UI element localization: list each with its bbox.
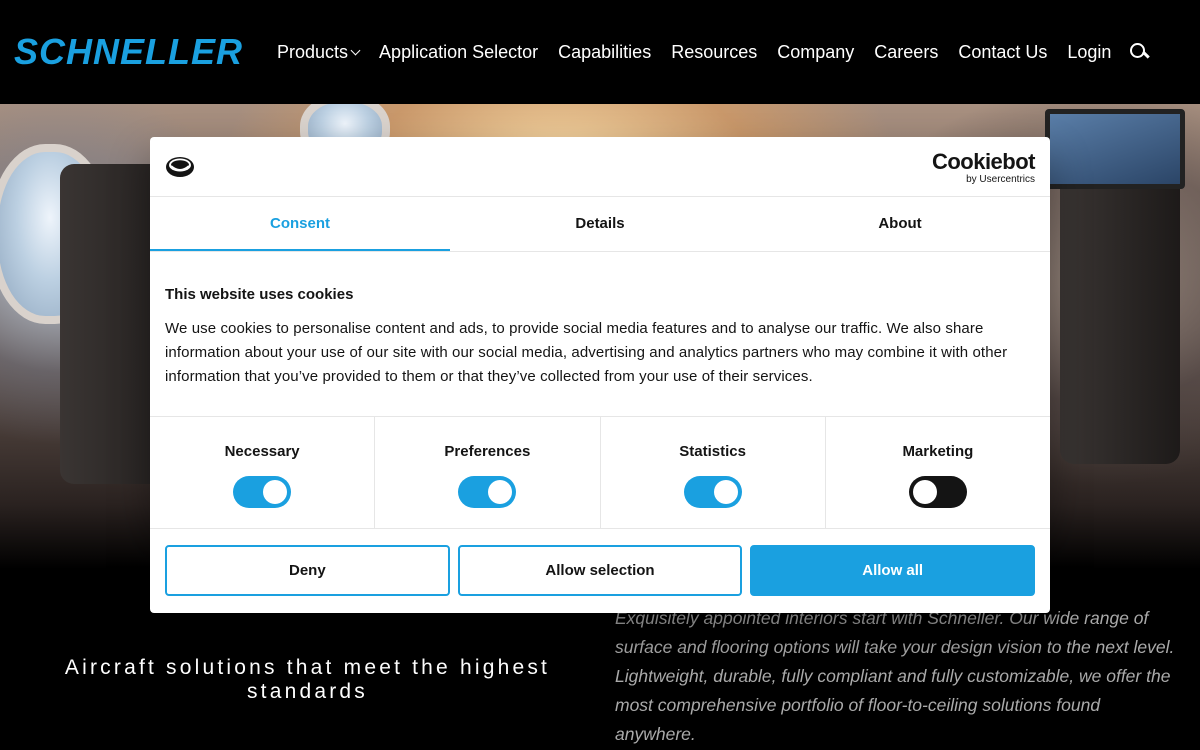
seat-screen-image [1045, 109, 1185, 189]
statistics-switch[interactable] [683, 476, 742, 508]
dialog-header: Cookiebot by Usercentrics [150, 137, 1050, 197]
dialog-buttons: Deny Allow selection Allow all [165, 545, 1036, 597]
site-header: SCHNELLER Products Application Selector … [0, 0, 1200, 104]
nav-capabilities[interactable]: Capabilities [558, 42, 651, 63]
hero-title: Aircraft solutions that meet the highest… [64, 656, 551, 703]
nav-contact-us[interactable]: Contact Us [958, 42, 1047, 63]
preferences-switch[interactable] [458, 476, 517, 508]
cookiebot-logo[interactable]: Cookiebot by Usercentrics [931, 149, 1036, 186]
toggle-necessary: Necessary [150, 417, 376, 528]
allow-all-button[interactable]: Allow all [750, 545, 1036, 596]
schneller-logo[interactable]: SCHNELLER [14, 32, 243, 72]
seat-image [1060, 164, 1180, 464]
search-icon[interactable] [1129, 42, 1149, 62]
nav-company[interactable]: Company [777, 42, 854, 63]
switch-knob [488, 480, 513, 504]
necessary-switch[interactable] [233, 476, 292, 508]
toggle-preferences: Preferences [375, 417, 601, 528]
allow-selection-button[interactable]: Allow selection [457, 545, 743, 596]
main-nav: Products Application Selector Capabiliti… [277, 38, 1149, 66]
dialog-heading: This website uses cookies [165, 286, 354, 303]
toggle-statistics: Statistics [601, 417, 826, 528]
chevron-down-icon [350, 45, 361, 55]
tab-details[interactable]: Details [450, 198, 750, 251]
deny-button[interactable]: Deny [165, 545, 450, 596]
nav-careers[interactable]: Careers [874, 42, 938, 63]
switch-knob [263, 480, 288, 504]
nav-application-selector[interactable]: Application Selector [379, 42, 538, 63]
cookiebot-name: Cookiebot [931, 149, 1036, 174]
nav-products-label: Products [277, 41, 349, 62]
consent-toggles: Necessary Preferences Statistics Marketi… [150, 416, 1050, 529]
dialog-tabs: Consent Details About [150, 198, 1050, 252]
tab-consent[interactable]: Consent [150, 198, 450, 251]
tab-about[interactable]: About [750, 198, 1050, 251]
dialog-text: We use cookies to personalise content an… [165, 320, 1008, 385]
toggle-label: Necessary [224, 443, 300, 460]
cookie-icon [166, 157, 194, 177]
switch-knob [713, 480, 738, 504]
switch-knob [912, 480, 937, 504]
nav-resources[interactable]: Resources [671, 42, 757, 63]
cookiebot-sub: by Usercentrics [966, 174, 1035, 185]
nav-products[interactable]: Products [277, 41, 361, 63]
marketing-switch[interactable] [908, 476, 967, 508]
dialog-body: This website uses cookies We use cookies… [165, 285, 1035, 389]
toggle-marketing: Marketing [826, 417, 1050, 528]
hero-description: Exquisitely appointed interiors start wi… [615, 608, 1175, 744]
nav-login[interactable]: Login [1067, 42, 1111, 63]
toggle-label: Preferences [444, 443, 531, 460]
toggle-label: Statistics [679, 443, 746, 460]
cookie-consent-dialog: Cookiebot by Usercentrics Consent Detail… [150, 137, 1050, 613]
toggle-label: Marketing [902, 443, 974, 460]
